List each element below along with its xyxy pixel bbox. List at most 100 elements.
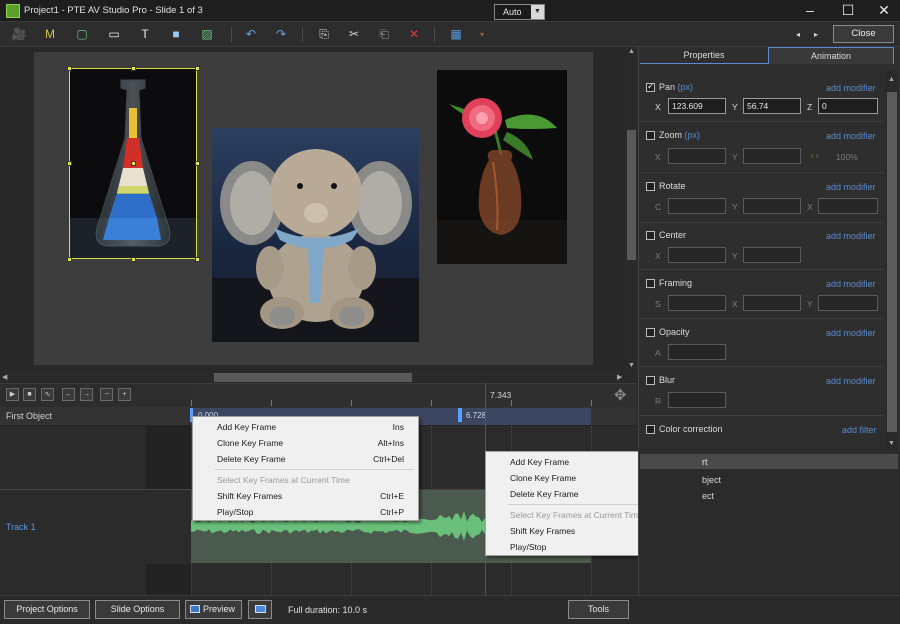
pan-z-field[interactable]: 0 [818, 98, 878, 114]
arrow-left-icon[interactable]: ← [62, 388, 75, 401]
pan-checkbox[interactable] [646, 81, 655, 92]
resize-handle[interactable] [195, 161, 200, 166]
properties-scroll-thumb[interactable] [887, 92, 897, 432]
object-list-selected-row[interactable] [640, 454, 898, 469]
framing-x-field[interactable] [743, 295, 801, 311]
camera-icon[interactable]: 🎥 [9, 25, 29, 44]
resize-handle[interactable] [67, 66, 72, 71]
blur-r-field[interactable] [668, 392, 726, 408]
resize-handle[interactable] [67, 161, 72, 166]
copy-icon[interactable]: ⎘ [314, 25, 334, 44]
minimize-icon[interactable]: – [792, 0, 828, 22]
maximize-icon[interactable]: ☐ [830, 0, 866, 22]
resize-handle[interactable] [67, 257, 72, 262]
waveform-icon[interactable]: ∿ [41, 388, 54, 401]
object-list-item[interactable]: ect [702, 491, 714, 501]
scroll-up-icon[interactable]: ▲ [628, 48, 635, 55]
publish-button[interactable] [248, 600, 272, 619]
move-icon[interactable]: ✥ [614, 386, 627, 404]
keyframe-marker[interactable] [458, 408, 462, 422]
menu-item-shift-key-frames[interactable]: Shift Key Frames Ctrl+E [193, 488, 418, 504]
resize-handle[interactable] [195, 66, 200, 71]
rotate-x-field[interactable] [818, 198, 878, 214]
scroll-right-icon[interactable]: ▶ [617, 373, 622, 381]
pan-y-field[interactable]: 56.74 [743, 98, 801, 114]
image-icon[interactable]: ▨ [197, 25, 217, 44]
arrow-right-icon[interactable]: → [80, 388, 93, 401]
close-icon[interactable]: ✕ [866, 0, 900, 22]
slide-options-button[interactable]: Slide Options [95, 600, 180, 619]
opacity-add-modifier-link[interactable]: add modifier [826, 328, 876, 338]
next-slide-icon[interactable]: ▸ [806, 25, 826, 44]
video-object-icon[interactable]: ▭ [104, 25, 124, 44]
blur-add-modifier-link[interactable]: add modifier [826, 376, 876, 386]
tab-properties[interactable]: Properties [640, 47, 768, 64]
mask-icon[interactable]: M [40, 25, 60, 44]
stop-icon[interactable]: ■ [23, 388, 36, 401]
zoom-in-icon[interactable]: + [118, 388, 131, 401]
link-ratio-icon[interactable]: ‹ › [811, 151, 819, 160]
scroll-down-icon[interactable]: ▼ [888, 440, 895, 447]
center-checkbox[interactable] [646, 231, 655, 240]
scroll-up-icon[interactable]: ▲ [888, 76, 895, 83]
crochet-elephant-photo[interactable] [212, 128, 419, 342]
menu-item-play-stop[interactable]: Play/Stop Ctrl+P [193, 504, 418, 520]
zoom-select[interactable]: Auto ▼ [494, 4, 545, 20]
text-icon[interactable]: T [135, 25, 155, 44]
opacity-a-field[interactable] [668, 344, 726, 360]
color-correction-checkbox[interactable] [646, 425, 655, 434]
canvas-horizontal-scroll-thumb[interactable] [214, 373, 412, 382]
center-x-field[interactable] [668, 247, 726, 263]
pan-x-field[interactable]: 123.609 [668, 98, 726, 114]
cut-icon[interactable]: ✂ [344, 25, 364, 44]
rotate-y-field[interactable] [743, 198, 801, 214]
framing-checkbox[interactable] [646, 279, 655, 288]
opacity-checkbox[interactable] [646, 328, 655, 337]
menu-item-add-key-frame[interactable]: Add Key Frame Ins [193, 419, 418, 435]
resize-handle[interactable] [131, 257, 136, 262]
close-button[interactable]: Close [833, 25, 894, 43]
rotate-add-modifier-link[interactable]: add modifier [826, 182, 876, 192]
center-y-field[interactable] [743, 247, 801, 263]
object-list-item[interactable]: bject [702, 475, 721, 485]
framing-s-field[interactable] [668, 295, 726, 311]
undo-icon[interactable]: ↶ [241, 25, 261, 44]
rectangle-icon[interactable]: ■ [166, 25, 186, 44]
framing-add-modifier-link[interactable]: add modifier [826, 279, 876, 289]
center-add-modifier-link[interactable]: add modifier [826, 231, 876, 241]
paste-icon[interactable]: ⎗ [374, 25, 394, 44]
tools-button[interactable]: Tools [568, 600, 629, 619]
delete-icon[interactable]: ✕ [404, 25, 424, 44]
tab-animation[interactable]: Animation [768, 47, 894, 64]
menu-item-clone-key-frame[interactable]: Clone Key Frame Alt+Ins [193, 435, 418, 451]
object-list-item[interactable]: rt [702, 457, 708, 467]
zoom-checkbox[interactable] [646, 131, 655, 140]
timeline-ruler[interactable] [191, 383, 637, 407]
center-handle[interactable] [131, 161, 136, 166]
menu-item-delete-key-frame[interactable]: Delete Key Frame Ctrl+Del [193, 451, 418, 467]
play-icon[interactable]: ▶ [6, 388, 19, 401]
framing-y-field[interactable] [818, 295, 878, 311]
redo-icon[interactable]: ↷ [271, 25, 291, 44]
frame-icon[interactable]: ▢ [72, 25, 92, 44]
zoom-x-field[interactable] [668, 148, 726, 164]
zoom-y-field[interactable] [743, 148, 801, 164]
rotate-c-field[interactable] [668, 198, 726, 214]
resize-handle[interactable] [131, 66, 136, 71]
rotate-checkbox[interactable] [646, 182, 655, 191]
project-options-button[interactable]: Project Options [4, 600, 90, 619]
blur-checkbox[interactable] [646, 376, 655, 385]
scroll-down-icon[interactable]: ▼ [628, 362, 635, 369]
grid-dropdown-icon[interactable]: ▾ [472, 25, 492, 44]
canvas-vertical-scroll-thumb[interactable] [627, 130, 636, 260]
pan-add-modifier-link[interactable]: add modifier [826, 83, 876, 93]
preview-button[interactable]: Preview [185, 600, 242, 619]
grid-icon[interactable]: ▦ [446, 25, 466, 44]
zoom-add-modifier-link[interactable]: add modifier [826, 131, 876, 141]
prev-slide-icon[interactable]: ◂ [788, 25, 808, 44]
resize-handle[interactable] [195, 257, 200, 262]
zoom-out-icon[interactable]: − [100, 388, 113, 401]
flower-vase-photo[interactable] [437, 70, 567, 264]
add-filter-link[interactable]: add filter [842, 425, 877, 435]
scroll-left-icon[interactable]: ◀ [2, 373, 7, 381]
